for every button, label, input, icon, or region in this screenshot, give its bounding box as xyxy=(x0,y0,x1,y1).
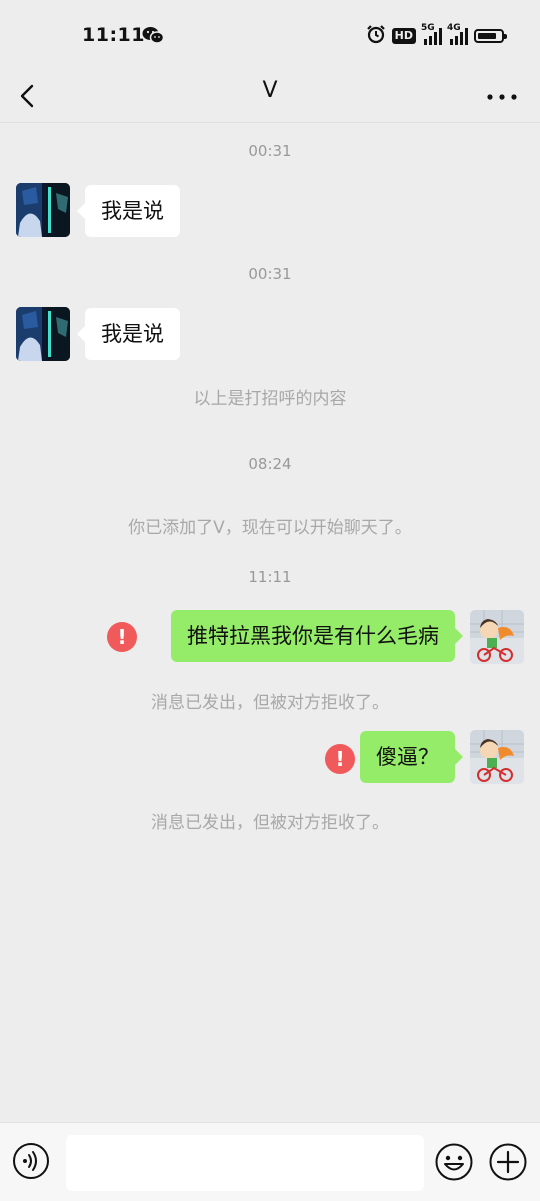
chat-header: V xyxy=(0,70,540,123)
battery-level xyxy=(478,33,497,39)
my-avatar[interactable] xyxy=(470,610,524,664)
my-avatar[interactable] xyxy=(470,730,524,784)
contact-avatar[interactable] xyxy=(16,183,70,237)
signal-4g-label: 4G xyxy=(447,23,461,33)
outgoing-message-bubble[interactable]: 推特拉黑我你是有什么毛病 xyxy=(171,610,463,662)
outgoing-message-bubble[interactable]: 傻逼？ xyxy=(360,731,463,783)
plus-icon xyxy=(489,1143,527,1181)
message-timestamp: 08:24 xyxy=(248,455,292,473)
system-message: 以上是打招呼的内容 xyxy=(193,389,347,409)
hd-icon: HD xyxy=(391,28,416,44)
incoming-message-bubble[interactable]: 我是说 xyxy=(77,308,180,360)
message-list[interactable]: 00:31 我是说 00:31 我是说 以上是打招呼的内容 08:24 你已添加… xyxy=(0,122,540,1122)
send-failed-icon[interactable]: ! xyxy=(325,744,355,774)
system-message: 消息已发出，但被对方拒收了。 xyxy=(151,813,389,833)
emoji-icon xyxy=(435,1143,473,1181)
battery-icon xyxy=(474,29,507,43)
message-timestamp: 00:31 xyxy=(248,142,292,160)
emoji-button[interactable] xyxy=(434,1142,474,1182)
signal-5g-label: 5G xyxy=(421,23,435,33)
status-time: 11:11 xyxy=(82,24,145,46)
voice-icon xyxy=(13,1143,49,1179)
wechat-icon xyxy=(142,26,165,48)
send-failed-icon[interactable]: ! xyxy=(107,622,137,652)
alarm-icon xyxy=(366,24,386,48)
message-timestamp: 11:11 xyxy=(248,568,292,586)
incoming-message-bubble[interactable]: 我是说 xyxy=(77,185,180,237)
status-bar: 11:11 HD 5G 4G xyxy=(0,0,540,70)
more-icon xyxy=(487,94,517,100)
message-input[interactable] xyxy=(66,1135,424,1191)
chat-title: V xyxy=(262,78,278,103)
voice-button[interactable] xyxy=(12,1142,50,1180)
more-actions-button[interactable] xyxy=(488,1142,528,1182)
system-message: 你已添加了V，现在可以开始聊天了。 xyxy=(128,518,412,538)
input-bar xyxy=(0,1122,540,1201)
signal-5g-icon: 5G xyxy=(421,23,442,45)
contact-avatar[interactable] xyxy=(16,307,70,361)
more-button[interactable] xyxy=(484,78,520,114)
system-message: 消息已发出，但被对方拒收了。 xyxy=(151,693,389,713)
message-timestamp: 00:31 xyxy=(248,265,292,283)
signal-4g-icon: 4G xyxy=(447,23,468,45)
